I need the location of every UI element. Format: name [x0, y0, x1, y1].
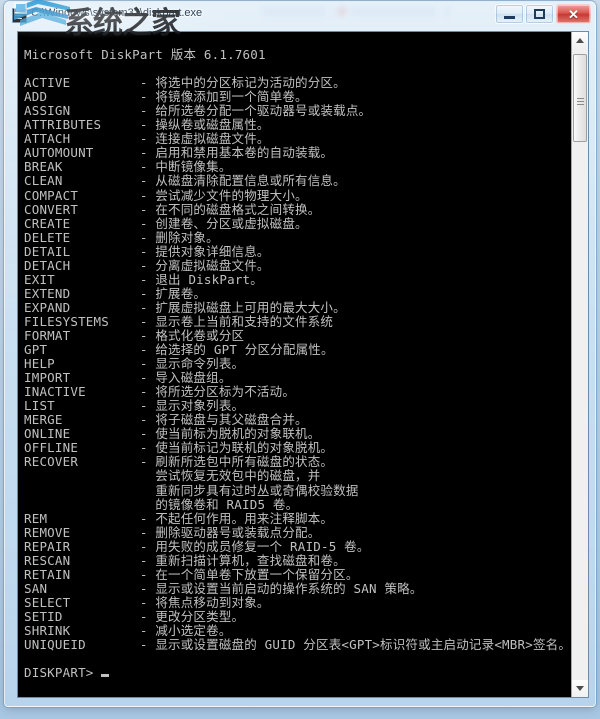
- command-line-select: SELECT - 将焦点移动到对象。: [24, 594, 270, 610]
- scroll-down-arrow-icon: [576, 686, 584, 691]
- command-line-attributes: ATTRIBUTES - 操纵卷或磁盘属性。: [24, 117, 270, 133]
- scroll-up-arrow-icon: [576, 38, 584, 43]
- close-button[interactable]: ✕: [556, 4, 591, 24]
- command-line-gpt: GPT - 给选择的 GPT 分区分配属性。: [24, 342, 334, 358]
- command-line-extend: EXTEND - 扩展卷。: [24, 285, 207, 301]
- diskpart-window: C:\Windows\system32\diskpart.exe ✕ Micro…: [4, 1, 596, 707]
- scrollbar-thumb[interactable]: [573, 54, 587, 142]
- diskpart-version-line: Microsoft DiskPart 版本 6.1.7601: [24, 47, 266, 63]
- command-line-compact: COMPACT - 尝试减少文件的物理大小。: [24, 187, 308, 203]
- command-line-offline: OFFLINE - 使当前标记为联机的对象脱机。: [24, 440, 334, 456]
- vertical-scrollbar[interactable]: [571, 32, 588, 697]
- command-line-assign: ASSIGN - 给所选卷分配一个驱动器号或装载点。: [24, 103, 372, 119]
- scroll-up-button[interactable]: [572, 32, 588, 49]
- command-line-clean: CLEAN - 从磁盘清除配置信息或所有信息。: [24, 173, 346, 189]
- diskpart-prompt: DISKPART>: [24, 666, 571, 680]
- command-line-setid: SETID - 更改分区类型。: [24, 608, 245, 624]
- console-output[interactable]: Microsoft DiskPart 版本 6.1.7601 ACTIVE - …: [18, 32, 571, 697]
- text-cursor: [100, 674, 109, 678]
- maximize-icon: [534, 9, 545, 19]
- minimize-icon: [504, 15, 515, 19]
- command-line-active: ACTIVE - 将选中的分区标记为活动的分区。: [24, 75, 346, 91]
- command-line-exit: EXIT - 退出 DiskPart。: [24, 271, 263, 287]
- command-line-import: IMPORT - 导入磁盘组。: [24, 370, 232, 386]
- command-line-san: SAN - 显示或设置当前启动的操作系统的 SAN 策略。: [24, 580, 423, 596]
- command-line-format: FORMAT - 格式化卷或分区: [24, 327, 245, 343]
- maximize-button[interactable]: [525, 4, 554, 24]
- command-line-detail: DETAIL - 提供对象详细信息。: [24, 243, 270, 259]
- command-line-help: HELP - 显示命令列表。: [24, 356, 245, 372]
- command-line-recover-cont: 的镜像卷和 RAID5 卷。: [24, 496, 299, 512]
- command-line-remove: REMOVE - 删除驱动器号或装载点分配。: [24, 524, 321, 540]
- command-line-shrink: SHRINK - 减小选定卷。: [24, 622, 232, 638]
- command-line-repair: REPAIR - 用失败的成员修复一个 RAID-5 卷。: [24, 538, 370, 554]
- command-line-automount: AUTOMOUNT - 启用和禁用基本卷的自动装载。: [24, 145, 334, 161]
- command-line-add: ADD - 将镜像添加到一个简单卷。: [24, 89, 308, 105]
- command-line-online: ONLINE - 使当前标为脱机的对象联机。: [24, 426, 321, 442]
- title-bar[interactable]: C:\Windows\system32\diskpart.exe ✕: [5, 2, 595, 29]
- command-line-uniqueid: UNIQUEID - 显示或设置磁盘的 GUID 分区表<GPT>标识符或主启动…: [24, 637, 571, 653]
- command-line-retain: RETAIN - 在一个简单卷下放置一个保留分区。: [24, 566, 359, 582]
- command-line-recover-cont: 重新同步具有过时丛或奇偶校验数据: [24, 482, 359, 498]
- command-line-inactive: INACTIVE - 将所选分区标为不活动。: [24, 384, 296, 400]
- command-line-attach: ATTACH - 连接虚拟磁盘文件。: [24, 131, 270, 147]
- scrollbar-grip-icon: [576, 97, 584, 99]
- command-line-merge: MERGE - 将子磁盘与其父磁盘合并。: [24, 412, 308, 428]
- console-client-area: Microsoft DiskPart 版本 6.1.7601 ACTIVE - …: [17, 31, 589, 698]
- command-line-delete: DELETE - 删除对象。: [24, 229, 219, 245]
- command-line-convert: CONVERT - 在不同的磁盘格式之间转换。: [24, 201, 321, 217]
- command-line-recover: RECOVER - 刷新所选包中所有磁盘的状态。: [24, 454, 334, 470]
- command-line-rem: REM - 不起任何作用。用来注释脚本。: [24, 510, 334, 526]
- screen: C:\Windows\system32\diskpart.exe ✕ Micro…: [0, 0, 600, 719]
- window-title: C:\Windows\system32\diskpart.exe: [31, 7, 203, 19]
- command-line-create: CREATE - 创建卷、分区或虚拟磁盘。: [24, 215, 308, 231]
- command-line-expand: EXPAND - 扩展虚拟磁盘上可用的最大大小。: [24, 299, 346, 315]
- command-line-rescan: RESCAN - 重新扫描计算机，查找磁盘和卷。: [24, 552, 346, 568]
- command-line-list: LIST - 显示对象列表。: [24, 398, 245, 414]
- command-line-break: BREAK - 中断镜像集。: [24, 159, 232, 175]
- command-line-detach: DETACH - 分离虚拟磁盘文件。: [24, 257, 270, 273]
- close-icon: ✕: [568, 6, 579, 22]
- scroll-down-button[interactable]: [572, 680, 588, 697]
- command-line-recover-cont: 尝试恢复无效包中的磁盘，并: [24, 468, 321, 484]
- minimize-button[interactable]: [495, 4, 524, 24]
- command-line-filesystems: FILESYSTEMS - 显示卷上当前和支持的文件系统: [24, 313, 334, 329]
- console-window-icon: [12, 8, 27, 23]
